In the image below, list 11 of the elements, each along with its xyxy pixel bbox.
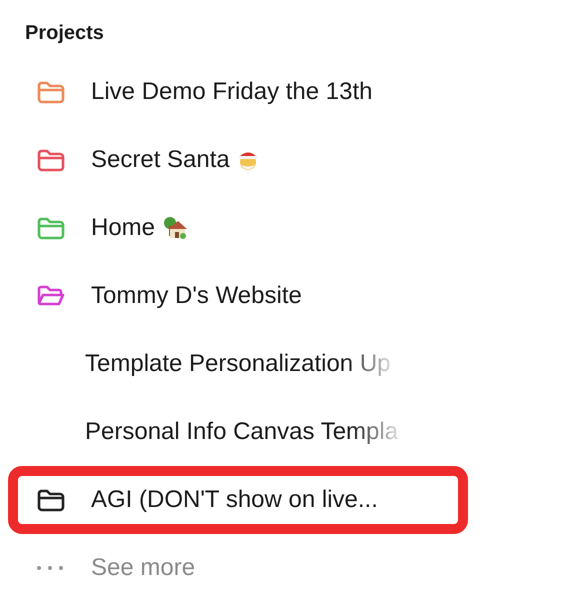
page-link[interactable]: Template Personalization Up xyxy=(85,350,390,378)
page-link[interactable]: Personal Info Canvas Templa xyxy=(85,418,398,446)
more-icon xyxy=(36,565,64,571)
project-link[interactable]: AGI (DON'T show on live... xyxy=(91,486,378,514)
project-link[interactable]: Live Demo Friday the 13th xyxy=(91,78,372,106)
project-link[interactable]: Tommy D's Website xyxy=(91,282,302,310)
project-link[interactable]: Secret Santa xyxy=(91,146,230,174)
highlighted-list-item[interactable]: AGI (DON'T show on live... xyxy=(8,466,468,534)
section-title: Projects xyxy=(25,21,105,46)
project-link[interactable]: Home xyxy=(91,214,156,242)
house-icon xyxy=(162,216,188,240)
